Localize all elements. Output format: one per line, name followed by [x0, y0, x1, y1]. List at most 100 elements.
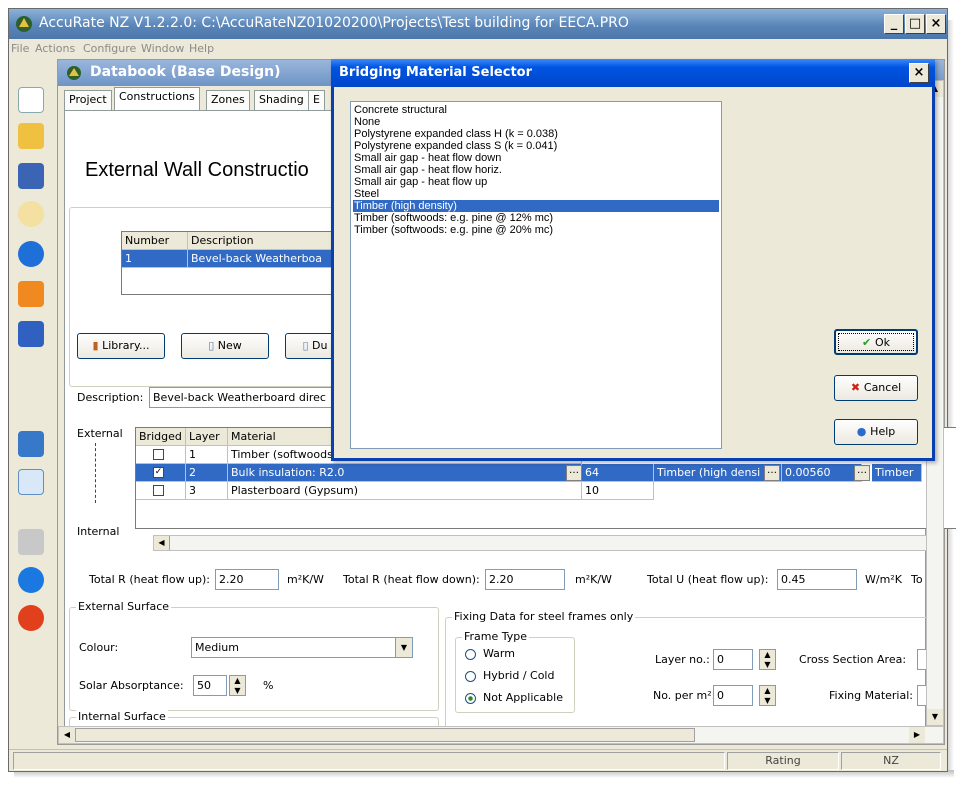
scroll-thumb[interactable]	[75, 728, 695, 742]
list-item-selected[interactable]: Timber (high density)	[353, 200, 719, 212]
bridged-checkbox[interactable]	[153, 449, 164, 460]
pages-icon[interactable]	[18, 469, 44, 495]
list-item[interactable]: Timber (softwoods: e.g. pine @ 12% mc)	[354, 212, 553, 224]
col-number-header[interactable]: Number	[122, 232, 188, 250]
material-picker-button[interactable]: …	[566, 465, 582, 481]
frame-not-applicable-radio[interactable]	[465, 693, 476, 704]
scroll-left-icon[interactable]: ◀	[154, 536, 170, 550]
checkmark-icon: ✔	[861, 336, 875, 349]
total-r-down-label: Total R (heat flow down):	[343, 573, 480, 586]
frame-type-legend: Frame Type	[462, 630, 530, 643]
minimize-button[interactable]: _	[884, 14, 904, 34]
col-description-header[interactable]: Description	[188, 232, 348, 250]
material-cell[interactable]: Bulk insulation: R2.0	[228, 464, 582, 482]
scroll-right-icon[interactable]: ▶	[909, 727, 925, 743]
menu-file[interactable]: File	[11, 42, 29, 55]
col-bridged-header[interactable]: Bridged	[136, 428, 186, 446]
material-cell[interactable]: Plasterboard (Gypsum)	[228, 482, 582, 500]
totals-trailing-label: To	[911, 573, 923, 586]
list-item[interactable]: Polystyrene expanded class S (k = 0.041)	[354, 140, 557, 152]
dialog-title-bar[interactable]: Bridging Material Selector ×	[331, 59, 935, 87]
bridged-checkbox-checked[interactable]: ✓	[153, 467, 164, 478]
restore-button[interactable]: □	[905, 14, 925, 34]
tab-constructions[interactable]: Constructions	[114, 87, 200, 111]
table-row-number[interactable]: 1	[122, 250, 188, 268]
thickness-cell[interactable]: 64	[582, 464, 654, 482]
menu-window[interactable]: Window	[141, 42, 184, 55]
bridged-cell[interactable]: ✓	[136, 464, 186, 482]
exit-icon[interactable]	[18, 605, 44, 631]
list-item[interactable]: Concrete structural	[354, 104, 447, 116]
frame-hybrid-radio[interactable]	[465, 671, 476, 682]
table-row-description[interactable]: Bevel-back Weatherboa	[188, 250, 348, 268]
form-icon[interactable]	[18, 431, 44, 457]
new-file-icon[interactable]	[18, 87, 44, 113]
list-item[interactable]: Timber (softwoods: e.g. pine @ 20% mc)	[354, 224, 553, 236]
print-preview-icon[interactable]	[18, 529, 44, 555]
scroll-left-icon[interactable]: ◀	[59, 727, 75, 743]
material-list[interactable]: Concrete structural None Polystyrene exp…	[350, 101, 722, 449]
open-folder-icon[interactable]	[18, 123, 44, 149]
run-icon[interactable]	[18, 567, 44, 593]
app-icon	[16, 16, 32, 32]
scroll-down-icon[interactable]: ▼	[927, 709, 943, 725]
tab-more[interactable]: E	[308, 90, 325, 110]
bridge-extra-cell[interactable]: Timber	[872, 464, 922, 482]
save-icon[interactable]	[18, 163, 44, 189]
chevron-down-icon[interactable]: ▼	[395, 638, 412, 657]
colour-select[interactable]: Medium ▼	[191, 637, 413, 658]
new-button[interactable]: ▯ New	[181, 333, 269, 359]
no-per-m2-stepper[interactable]: ▲ ▼	[759, 685, 776, 706]
tab-project[interactable]: Project	[64, 90, 112, 110]
bridge-fraction-picker-button[interactable]: …	[854, 465, 870, 481]
menu-help[interactable]: Help	[189, 42, 214, 55]
list-item[interactable]: Steel	[354, 188, 379, 200]
title-bar[interactable]: AccuRate NZ V1.2.2.0: C:\AccuRateNZ01020…	[9, 9, 947, 39]
check-task-icon[interactable]	[18, 281, 44, 307]
menu-actions[interactable]: Actions	[35, 42, 75, 55]
menu-configure[interactable]: Configure	[83, 42, 136, 55]
layer-no-field[interactable]: 0	[713, 649, 753, 670]
cancel-button[interactable]: ✖ Cancel	[834, 375, 918, 401]
library-button[interactable]: ▮ Library...	[77, 333, 165, 359]
description-field[interactable]: Bevel-back Weatherboard direc	[149, 387, 349, 408]
library-book-icon[interactable]	[18, 201, 44, 227]
total-r-down-field[interactable]: 2.20	[485, 569, 565, 590]
total-u-up-field[interactable]: 0.45	[777, 569, 857, 590]
tab-shading[interactable]: Shading	[254, 90, 309, 110]
list-item[interactable]: None	[354, 116, 380, 128]
bridged-cell[interactable]	[136, 446, 186, 464]
total-r-up-field[interactable]: 2.20	[215, 569, 279, 590]
bridged-checkbox[interactable]	[153, 485, 164, 496]
layer-number: 2	[186, 464, 228, 482]
main-window: AccuRate NZ V1.2.2.0: C:\AccuRateNZ01020…	[8, 8, 956, 772]
calculator-icon[interactable]	[18, 321, 44, 347]
close-button[interactable]: ×	[926, 14, 946, 34]
layers-horizontal-scrollbar[interactable]: ◀	[153, 535, 933, 551]
internal-label: Internal	[77, 525, 120, 538]
solar-absorptance-stepper[interactable]: ▲ ▼	[229, 675, 246, 696]
bridge-material-cell[interactable]: Timber (high densi	[654, 464, 782, 482]
bridged-cell[interactable]	[136, 482, 186, 500]
frame-warm-radio[interactable]	[465, 649, 476, 660]
databook-horizontal-scrollbar[interactable]: ◀ ▶	[58, 726, 944, 744]
tab-zones[interactable]: Zones	[206, 90, 250, 110]
help-button[interactable]: ● Help	[834, 419, 918, 445]
status-panel-main	[13, 752, 725, 770]
ok-button[interactable]: ✔ Ok	[834, 329, 918, 355]
solar-absorptance-field[interactable]: 50	[193, 675, 227, 696]
layer-no-stepper[interactable]: ▲ ▼	[759, 649, 776, 670]
construction-list[interactable]: Number Description 1 Bevel-back Weatherb…	[121, 231, 348, 295]
list-item[interactable]: Small air gap - heat flow up	[354, 176, 487, 188]
list-item[interactable]: Small air gap - heat flow horiz.	[354, 164, 502, 176]
list-item[interactable]: Small air gap - heat flow down	[354, 152, 501, 164]
no-per-m2-field[interactable]: 0	[713, 685, 753, 706]
dialog-close-button[interactable]: ×	[909, 63, 929, 83]
cancel-x-icon: ✖	[850, 381, 864, 394]
col-layer-header[interactable]: Layer	[186, 428, 228, 446]
list-item[interactable]: Polystyrene expanded class H (k = 0.038)	[354, 128, 558, 140]
thickness-cell[interactable]: 10	[582, 482, 654, 500]
undo-icon[interactable]	[18, 241, 44, 267]
bridge-material-picker-button[interactable]: …	[764, 465, 780, 481]
bridge-fraction-cell[interactable]: 0.00560	[782, 464, 862, 482]
